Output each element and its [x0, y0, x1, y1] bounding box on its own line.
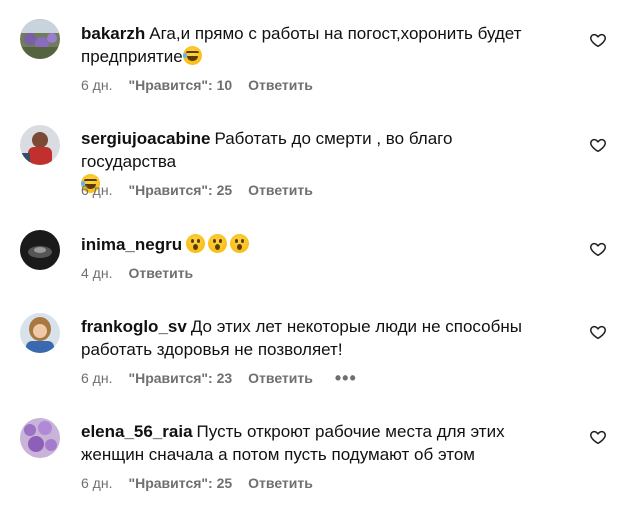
- heart-icon[interactable]: [589, 136, 607, 154]
- avatar[interactable]: [20, 418, 60, 458]
- comment-meta: 6 дн. "Нравится": 25 Ответить: [81, 182, 329, 198]
- reply-button[interactable]: Ответить: [248, 475, 313, 491]
- reply-button[interactable]: Ответить: [248, 370, 313, 386]
- more-options-icon[interactable]: •••: [335, 369, 357, 387]
- heart-icon[interactable]: [589, 31, 607, 49]
- avatar[interactable]: [20, 230, 60, 270]
- heart-icon[interactable]: [589, 323, 607, 341]
- comment-time: 6 дн.: [81, 370, 113, 386]
- comment-time: 6 дн.: [81, 475, 113, 491]
- comment-meta: 6 дн. "Нравится": 23 Ответить •••: [81, 369, 373, 387]
- avatar[interactable]: [20, 125, 60, 165]
- comment-username[interactable]: bakarzh: [81, 24, 145, 43]
- heart-icon[interactable]: [589, 240, 607, 258]
- surprised-emoji-icon: [208, 234, 228, 253]
- comment-text: Ага,и прямо с работы на погост,хоронить …: [81, 24, 522, 66]
- comment-text-block: bakarzh Ага,и прямо с работы на погост,хо…: [81, 22, 551, 68]
- comment-username[interactable]: inima_negru: [81, 235, 182, 254]
- avatar[interactable]: [20, 313, 60, 353]
- avatar[interactable]: [20, 19, 60, 59]
- comment-meta: 6 дн. "Нравится": 10 Ответить: [81, 77, 329, 93]
- surprised-emoji-icon: [230, 234, 250, 253]
- comment-username[interactable]: frankoglo_sv: [81, 317, 187, 336]
- surprised-emoji-icon: [186, 234, 206, 253]
- comment-time: 6 дн.: [81, 77, 113, 93]
- comment-username[interactable]: sergiujoacabine: [81, 129, 210, 148]
- likes-count[interactable]: "Нравится": 23: [128, 370, 232, 386]
- comment-text-block: elena_56_raia Пусть откроют рабочие места…: [81, 420, 551, 466]
- comment-time: 4 дн.: [81, 265, 113, 281]
- reply-button[interactable]: Ответить: [128, 265, 193, 281]
- laughing-emoji-icon: [182, 46, 202, 65]
- comment-meta: 6 дн. "Нравится": 25 Ответить: [81, 475, 329, 491]
- reply-button[interactable]: Ответить: [248, 77, 313, 93]
- heart-icon[interactable]: [589, 428, 607, 446]
- reply-button[interactable]: Ответить: [248, 182, 313, 198]
- comment-time: 6 дн.: [81, 182, 113, 198]
- comment-text-block: frankoglo_sv До этих лет некоторые люди н…: [81, 315, 551, 361]
- comment-meta: 4 дн. Ответить: [81, 265, 209, 281]
- likes-count[interactable]: "Нравится": 25: [128, 475, 232, 491]
- likes-count[interactable]: "Нравится": 25: [128, 182, 232, 198]
- comment-username[interactable]: elena_56_raia: [81, 422, 193, 441]
- likes-count[interactable]: "Нравится": 10: [128, 77, 232, 93]
- comment-text-block: inima_negru: [81, 233, 551, 256]
